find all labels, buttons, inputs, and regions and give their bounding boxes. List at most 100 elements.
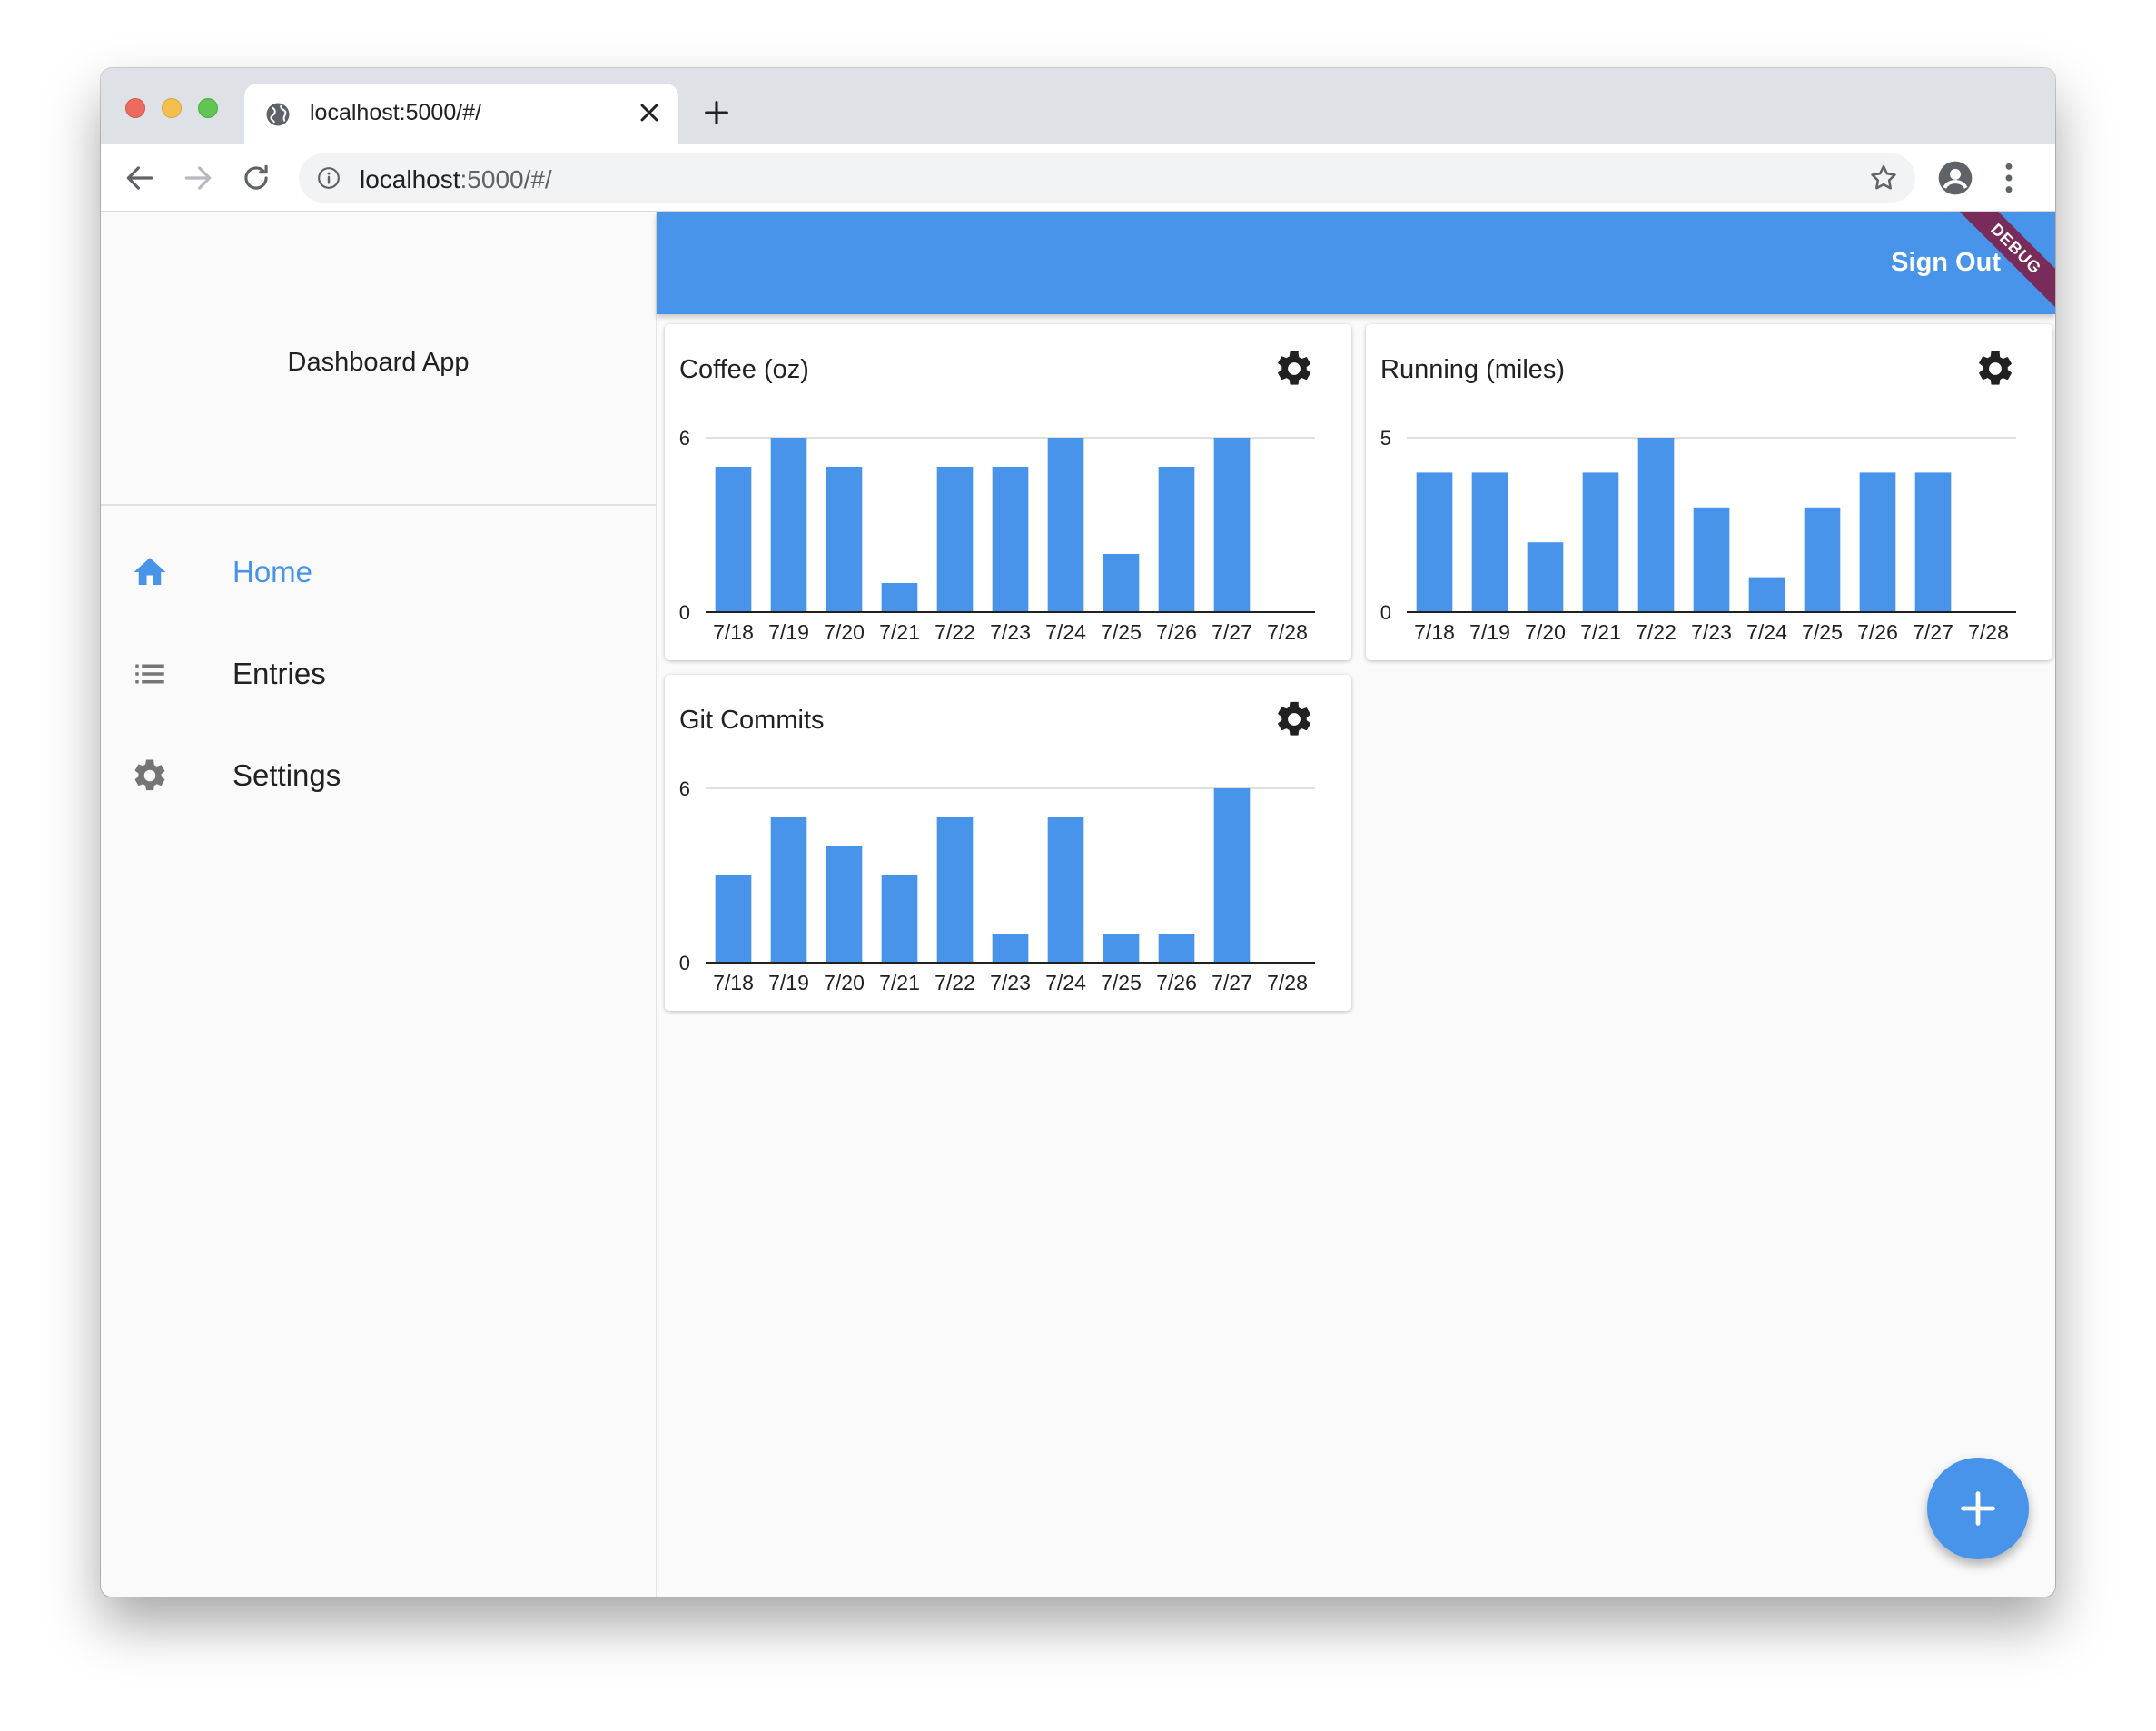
x-tick-label: 7/20 — [1525, 620, 1566, 644]
chart-card-title: Running (miles) — [1380, 355, 1566, 384]
chart-bar — [992, 467, 1029, 612]
chart-bar — [936, 467, 974, 612]
x-tick-label: 7/23 — [1691, 620, 1732, 644]
maximize-window-button[interactable] — [198, 98, 218, 118]
reload-icon[interactable] — [239, 161, 273, 195]
chart-bar — [826, 846, 863, 963]
nav-item-label: Settings — [232, 758, 341, 792]
x-tick-label: 7/18 — [713, 620, 754, 644]
profile-avatar-icon[interactable] — [1937, 160, 1973, 196]
x-tick-label: 7/22 — [1636, 620, 1676, 644]
chart-bar — [936, 817, 974, 963]
chart-bar — [1158, 934, 1195, 963]
url-host: localhost — [360, 165, 460, 193]
chart-bar — [1416, 472, 1453, 612]
url-path: :5000/#/ — [460, 165, 552, 193]
x-tick-label: 7/28 — [1968, 620, 2009, 644]
x-tick-label: 7/20 — [824, 971, 865, 994]
chart-bar — [1471, 472, 1508, 612]
chart-bar — [881, 875, 918, 963]
x-tick-label: 7/24 — [1746, 620, 1787, 644]
chart-bar — [992, 934, 1029, 963]
app-viewport: Dashboard App Home Entries Settings Sign… — [101, 212, 2055, 1597]
nav-item-label: Entries — [232, 657, 326, 690]
address-bar[interactable]: localhost:5000/#/ — [299, 153, 1915, 203]
chart-settings-gear-icon[interactable] — [1974, 348, 2016, 390]
chart-bar — [881, 583, 918, 612]
tab-strip: localhost:5000/#/ — [101, 68, 2055, 144]
chart-bar — [1213, 438, 1251, 612]
chart-bar — [1693, 507, 1730, 612]
sign-out-button[interactable]: Sign Out — [1891, 248, 2001, 278]
x-tick-label: 7/20 — [824, 620, 865, 644]
list-icon — [135, 664, 164, 684]
browser-menu-icon[interactable] — [2003, 161, 2015, 195]
back-arrow-icon[interactable] — [123, 161, 157, 195]
x-tick-label: 7/27 — [1212, 971, 1252, 994]
site-info-icon[interactable] — [317, 166, 341, 190]
x-tick-label: 7/25 — [1101, 971, 1142, 994]
chart-bar — [1047, 817, 1084, 963]
chart-card-title: Coffee (oz) — [679, 355, 809, 384]
chart-bar — [715, 875, 752, 963]
minimize-window-button[interactable] — [162, 98, 182, 118]
chart-bar — [1103, 554, 1140, 612]
y-tick-label: 0 — [1380, 601, 1391, 624]
bar-chart-git-commits: 0 6 7/18 7/19 7/20 7/21 7/22 7/23 7/24 7/25 7/26 7/… — [679, 777, 1315, 994]
x-tick-label: 7/21 — [1580, 620, 1621, 644]
x-tick-label: 7/26 — [1857, 620, 1898, 644]
chart-bar — [1158, 467, 1195, 612]
nav-item-home[interactable]: Home — [101, 520, 656, 622]
x-tick-label: 7/26 — [1156, 620, 1197, 644]
chart-bar — [1582, 472, 1619, 612]
x-tick-label: 7/23 — [990, 620, 1031, 644]
chart-card-coffee: Coffee (oz) 0 6 7/18 7/19 7/20 7/21 7/22 7/23 7/… — [665, 324, 1351, 660]
chart-bar — [1527, 542, 1564, 612]
chart-bar — [1804, 507, 1841, 612]
bar-chart-running: 0 5 7/18 7/19 7/20 7/21 7/22 7/23 7/24 7/25 7/26 7/… — [1380, 427, 2016, 644]
chart-card-git-commits: Git Commits 0 6 7/18 7/19 7/20 7/21 7/22 7/23 7/… — [665, 675, 1351, 1011]
nav-item-settings[interactable]: Settings — [101, 724, 656, 826]
chart-bar — [770, 817, 807, 963]
x-tick-label: 7/28 — [1267, 971, 1308, 994]
browser-tab[interactable]: localhost:5000/#/ — [244, 84, 678, 144]
close-window-button[interactable] — [125, 98, 145, 118]
browser-toolbar: localhost:5000/#/ — [101, 144, 2055, 212]
drawer-header: Dashboard App — [101, 212, 656, 506]
new-tab-icon[interactable] — [701, 97, 732, 128]
plus-icon — [1961, 1491, 1995, 1526]
x-tick-label: 7/21 — [879, 620, 920, 644]
x-tick-label: 7/24 — [1045, 620, 1086, 644]
close-tab-icon[interactable] — [635, 98, 664, 127]
x-tick-label: 7/28 — [1267, 620, 1308, 644]
chart-card-running: Running (miles) 0 5 7/18 7/19 7/20 7/21 7/22 7/… — [1366, 324, 2052, 660]
nav-item-entries[interactable]: Entries — [101, 622, 656, 724]
nav-item-label: Home — [232, 555, 313, 589]
forward-arrow-icon[interactable] — [181, 161, 215, 195]
x-tick-label: 7/25 — [1101, 620, 1142, 644]
browser-window: localhost:5000/#/ localhost:5000/#/ Dash… — [101, 68, 2055, 1597]
chart-bar — [1748, 577, 1785, 612]
tab-title: localhost:5000/#/ — [310, 100, 482, 125]
y-tick-label: 6 — [679, 777, 690, 800]
home-icon — [134, 558, 166, 585]
main-content: Sign Out DEBUG Coffee (oz) 0 6 7/18 7/19 7/2… — [657, 212, 2055, 1597]
x-tick-label: 7/24 — [1045, 971, 1086, 994]
chart-bar — [1637, 438, 1675, 612]
y-tick-label: 6 — [679, 427, 690, 450]
add-entry-fab[interactable] — [1927, 1458, 2029, 1559]
bookmark-star-icon[interactable] — [1868, 163, 1899, 193]
chart-bar — [826, 467, 863, 612]
x-tick-label: 7/27 — [1913, 620, 1953, 644]
app-title: Dashboard App — [287, 348, 470, 377]
chart-bar — [770, 438, 807, 612]
chart-settings-gear-icon[interactable] — [1273, 698, 1315, 740]
x-tick-label: 7/19 — [768, 971, 809, 994]
chart-bar — [1103, 934, 1140, 963]
gear-icon — [134, 759, 165, 791]
x-tick-label: 7/18 — [713, 971, 754, 994]
x-tick-label: 7/21 — [879, 971, 920, 994]
chart-bar — [1914, 472, 1952, 612]
chart-bar — [1859, 472, 1896, 612]
chart-settings-gear-icon[interactable] — [1273, 348, 1315, 390]
